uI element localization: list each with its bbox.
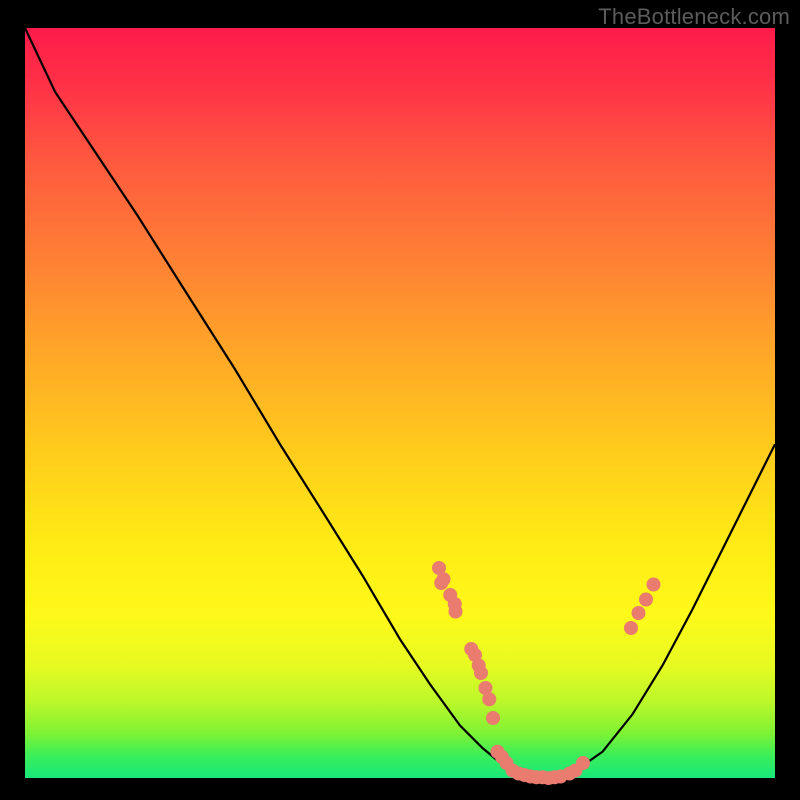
data-dot [624,621,638,635]
data-dot [449,605,463,619]
dot-layer [432,561,661,785]
data-dot [632,606,646,620]
bottleneck-curve [25,28,775,778]
data-dot [474,666,488,680]
curve-svg [25,28,775,778]
data-dot [647,578,661,592]
plot-area [25,28,775,778]
data-dot [639,593,653,607]
data-dot [486,711,500,725]
data-dot [434,576,448,590]
watermark-text: TheBottleneck.com [598,4,790,30]
data-dot [482,692,496,706]
data-dot [576,756,590,770]
chart-container: TheBottleneck.com [0,0,800,800]
